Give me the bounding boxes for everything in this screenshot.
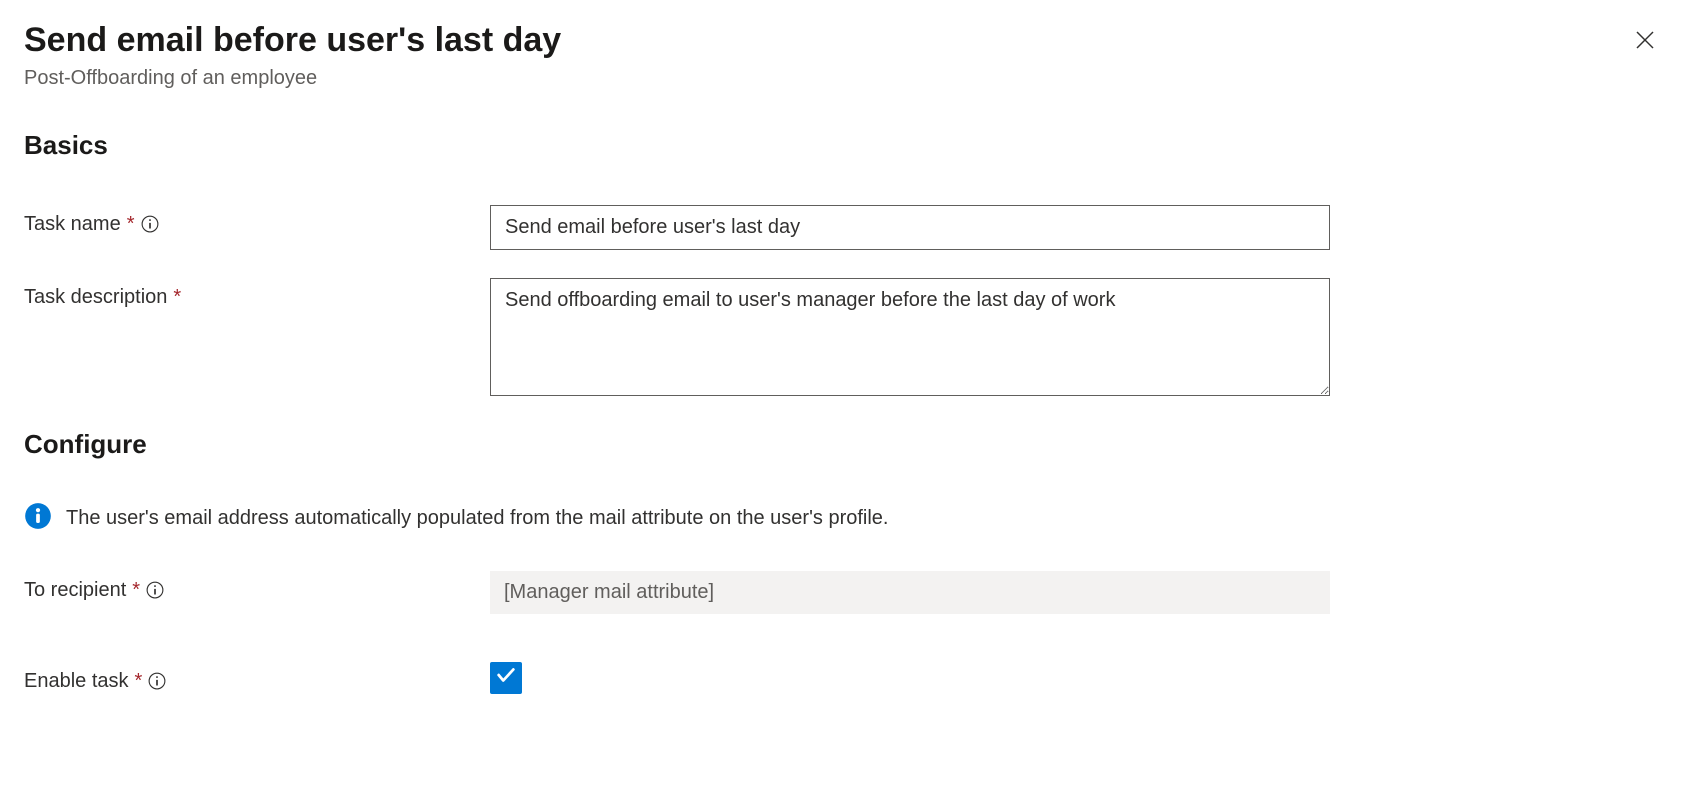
required-indicator: * [135,670,143,693]
required-indicator: * [173,286,181,309]
task-name-label-text: Task name [24,213,121,236]
to-recipient-readonly: [Manager mail attribute] [490,571,1330,614]
enable-task-row: Enable task * [24,662,1665,694]
task-description-label: Task description * [24,278,490,309]
to-recipient-label-text: To recipient [24,579,126,602]
task-description-row: Task description * [24,278,1665,401]
panel-header: Send email before user's last day Post-O… [24,20,1665,90]
info-banner: The user's email address automatically p… [24,502,1665,535]
enable-task-checkbox-wrap [490,662,522,694]
checkmark-icon [495,664,517,691]
info-icon[interactable] [148,672,166,690]
info-solid-icon [24,502,52,535]
task-description-label-text: Task description [24,286,167,309]
task-name-field-wrap [490,205,1330,250]
info-icon[interactable] [141,215,159,233]
to-recipient-row: To recipient * [Manager mail attribute] [24,571,1665,614]
header-text-block: Send email before user's last day Post-O… [24,20,1625,90]
task-name-input[interactable] [490,205,1330,250]
info-banner-text: The user's email address automatically p… [66,507,889,530]
enable-task-checkbox[interactable] [490,662,522,694]
to-recipient-field-wrap: [Manager mail attribute] [490,571,1330,614]
close-button[interactable] [1625,20,1665,63]
required-indicator: * [127,213,135,236]
info-icon[interactable] [146,581,164,599]
task-description-field-wrap [490,278,1330,401]
close-icon [1633,28,1657,55]
page-title: Send email before user's last day [24,20,1625,61]
enable-task-label-text: Enable task [24,670,129,693]
page-subtitle: Post-Offboarding of an employee [24,67,1625,90]
to-recipient-label: To recipient * [24,571,490,602]
enable-task-label: Enable task * [24,662,490,693]
configure-heading: Configure [24,429,1665,460]
task-name-label: Task name * [24,205,490,236]
task-name-row: Task name * [24,205,1665,250]
basics-heading: Basics [24,130,1665,161]
task-description-input[interactable] [490,278,1330,396]
required-indicator: * [132,579,140,602]
